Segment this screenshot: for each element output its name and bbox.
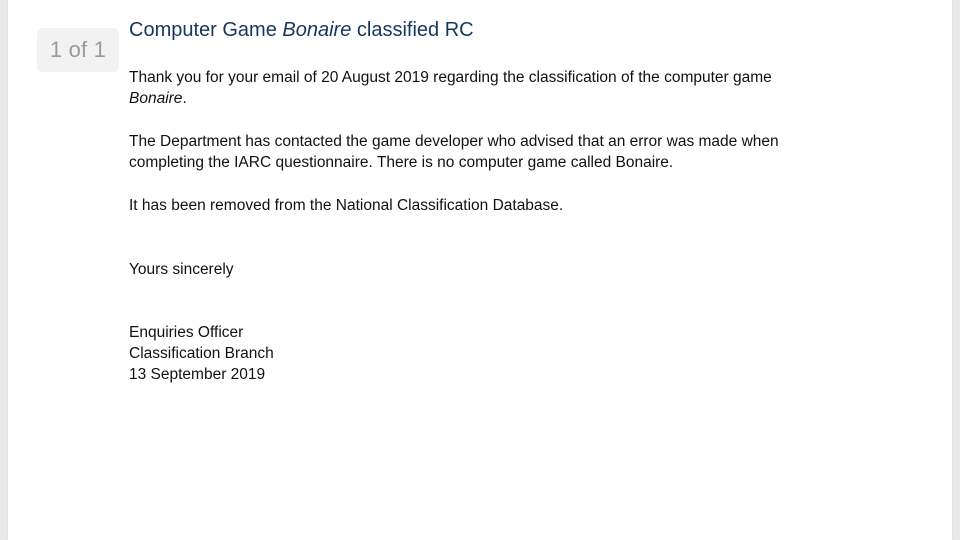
letter-title: Computer Game Bonaire classified RC (129, 15, 889, 45)
paragraph-department-line1: The Department has contacted the game de… (129, 133, 779, 150)
paragraph-thank-you-period: . (182, 90, 187, 107)
document-page: 1 of 1 Computer Game Bonaire classified … (8, 0, 952, 540)
page-indicator: 1 of 1 (37, 28, 119, 72)
signature-branch: Classification Branch (129, 345, 274, 362)
letter-content: Computer Game Bonaire classified RC Than… (129, 15, 889, 385)
paragraph-game-name: Bonaire (129, 90, 183, 107)
signature-date: 13 September 2019 (129, 366, 266, 383)
title-prefix: Computer Game (129, 19, 283, 41)
closing-salutation: Yours sincerely (129, 261, 234, 278)
paragraph-department-line2: completing the IARC questionnaire. There… (129, 154, 674, 171)
paragraph-thank-you-line2: Bonaire. (129, 88, 889, 109)
signature-name: Enquiries Officer (129, 324, 244, 341)
paragraph-department: The Department has contacted the game de… (129, 131, 889, 173)
signature-block: Enquiries Officer Classification Branch … (129, 322, 889, 385)
document-viewer: 1 of 1 Computer Game Bonaire classified … (0, 0, 960, 540)
paragraph-removed: It has been removed from the National Cl… (129, 197, 564, 214)
title-suffix: classified RC (351, 19, 474, 41)
paragraph-thank-you-line1: Thank you for your email of 20 August 20… (129, 69, 772, 86)
paragraph-thank-you: Thank you for your email of 20 August 20… (129, 67, 889, 109)
title-game-name: Bonaire (282, 19, 352, 41)
